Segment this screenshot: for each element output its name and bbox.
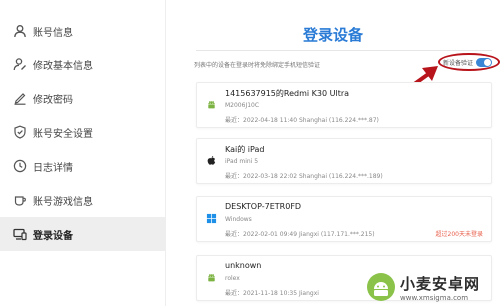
- device-last-login: 最近：2022-04-18 11:40 Shanghai (116.224.**…: [225, 117, 379, 124]
- windows-icon: [205, 212, 217, 224]
- shield-check-icon: [13, 125, 27, 139]
- title-divider: [196, 50, 492, 51]
- apple-icon: [205, 154, 217, 166]
- user-edit-icon: [13, 57, 27, 71]
- device-name: DESKTOP-7ETR0FD: [225, 202, 302, 211]
- inactive-warning: 超过200天未登录: [435, 231, 483, 238]
- main-content: 登录设备 列表中的设备在登录时将免除绑定手机短信验证 新设备验证 1415637…: [166, 0, 500, 306]
- watermark-title: 小麦安卓网: [400, 274, 481, 293]
- page-title: 登录设备: [302, 26, 363, 44]
- annotation-ellipse: [438, 53, 500, 71]
- sidebar-item-game-info[interactable]: 账号游戏信息: [0, 183, 166, 217]
- watermark-logo-icon: [367, 273, 395, 301]
- user-icon: [13, 24, 27, 38]
- device-last-login: 最近：2022-03-18 22:02 Shanghai (116.224.**…: [225, 173, 383, 180]
- cup-icon: [13, 193, 27, 207]
- sidebar-item-security-settings[interactable]: 账号安全设置: [0, 115, 166, 149]
- device-model: rolex: [225, 275, 240, 282]
- sidebar-item-label: 账号信息: [33, 27, 73, 39]
- device-card: Kai的 iPad iPad mini 5 最近：2022-03-18 22:0…: [196, 138, 492, 184]
- site-watermark: 小麦安卓网 www.xmsigma.com: [366, 270, 498, 304]
- device-icon: [13, 227, 27, 241]
- sidebar-item-change-password[interactable]: 修改密码: [0, 81, 166, 115]
- device-model: M2006J10C: [225, 102, 260, 109]
- device-model: iPad mini 5: [225, 158, 259, 165]
- device-last-login: 最近：2021-11-18 10:35 Jiangxi: [225, 290, 319, 297]
- pen-icon: [13, 91, 27, 105]
- sidebar-item-account-info[interactable]: 账号信息: [0, 14, 166, 48]
- sidebar-item-label: 日志详情: [33, 162, 73, 174]
- device-list-hint: 列表中的设备在登录时将免除绑定手机短信验证: [194, 62, 321, 69]
- device-card: DESKTOP-7ETR0FD Windows 最近：2022-02-01 09…: [196, 196, 492, 242]
- sidebar-item-label: 修改基本信息: [33, 60, 93, 72]
- device-last-login: 最近：2022-02-01 09:49 Jiangxi (117.171.***…: [225, 231, 375, 238]
- device-card: 1415637915的Redmi K30 Ultra M2006J10C 最近：…: [196, 82, 492, 128]
- sidebar: 账号信息 修改基本信息 修改密码 账号安全设置 日志详情 账号游戏信息 登录设备: [0, 0, 166, 306]
- android-icon: [205, 271, 217, 283]
- device-name: unknown: [225, 261, 262, 270]
- android-icon: [205, 98, 217, 110]
- clock-icon: [13, 159, 27, 173]
- watermark-url: www.xmsigma.com: [400, 293, 469, 302]
- device-model: Windows: [225, 216, 252, 223]
- device-name: 1415637915的Redmi K30 Ultra: [225, 89, 350, 98]
- sidebar-item-login-devices[interactable]: 登录设备: [0, 217, 166, 251]
- sidebar-item-label: 账号安全设置: [33, 128, 93, 140]
- sidebar-item-edit-basic-info[interactable]: 修改基本信息: [0, 47, 166, 81]
- sidebar-item-label: 修改密码: [33, 94, 73, 106]
- device-name: Kai的 iPad: [225, 145, 265, 154]
- sidebar-item-label: 登录设备: [33, 230, 73, 242]
- sidebar-item-label: 账号游戏信息: [33, 196, 93, 208]
- sidebar-item-log-details[interactable]: 日志详情: [0, 149, 166, 183]
